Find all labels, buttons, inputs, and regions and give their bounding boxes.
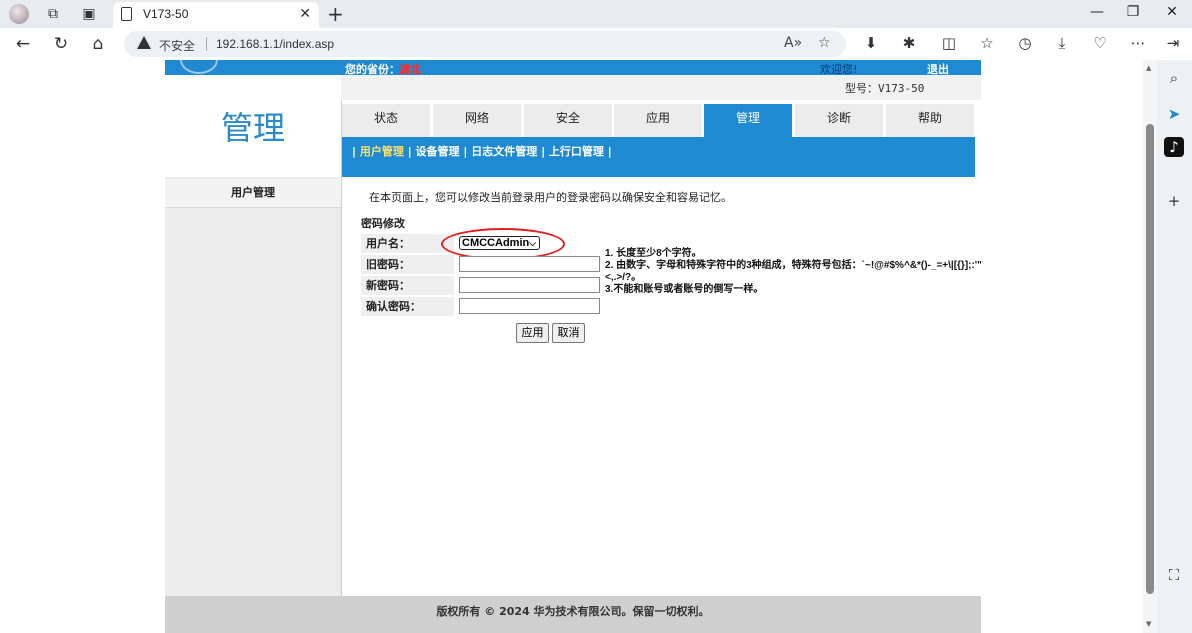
- favorites-icon[interactable]: ☆: [976, 34, 998, 52]
- extension-download-icon[interactable]: ⬇: [860, 34, 882, 52]
- subnav-device-management[interactable]: 设备管理: [416, 145, 460, 158]
- tab-actions-icon[interactable]: ▣: [80, 5, 98, 23]
- password-hints: 1. 长度至少8个字符。 2. 由数字、字母和特殊字符中的3种组成，特殊符号包括…: [605, 248, 985, 296]
- router-page: 您的省份： 湖北 欢迎您! 退出 型号：V173-50 管理 用户管理 状态 网…: [165, 60, 982, 633]
- screenshot-icon[interactable]: ⛶: [1164, 565, 1184, 585]
- scroll-up-icon[interactable]: ▲: [1146, 64, 1151, 72]
- top-banner: 您的省份： 湖北 欢迎您! 退出: [165, 60, 981, 76]
- extensions-icon[interactable]: ✱: [898, 34, 920, 52]
- workspaces-icon[interactable]: ⧉: [44, 5, 62, 23]
- left-title-area: 管理: [165, 75, 341, 177]
- more-menu-icon[interactable]: ⋯: [1127, 34, 1149, 52]
- tab-diagnostics[interactable]: 诊断: [795, 104, 883, 137]
- tab-title: V173-50: [143, 7, 189, 21]
- address-bar-row: ← ↻ ⌂ 不安全 192.168.1.1/index.asp A» ☆ ⬇ ✱…: [0, 28, 1192, 60]
- tab-management[interactable]: 管理: [704, 104, 792, 137]
- left-panel: 管理 用户管理: [165, 75, 341, 597]
- apply-button[interactable]: 应用: [516, 323, 549, 343]
- page-icon: [121, 7, 132, 21]
- hint-line: 3.不能和账号或者账号的倒写一样。: [605, 284, 764, 295]
- confirm-password-field[interactable]: [459, 298, 600, 314]
- browser-tab[interactable]: V173-50 ✕: [113, 2, 319, 28]
- confirm-password-label: 确认密码：: [361, 297, 454, 316]
- scroll-thumb[interactable]: [1146, 124, 1154, 594]
- scroll-down-icon[interactable]: ▼: [1146, 620, 1151, 628]
- divider: [206, 37, 207, 51]
- refresh-icon[interactable]: ↻: [51, 34, 71, 54]
- sub-navigation: | 用户管理 | 设备管理 | 日志文件管理 | 上行口管理 |: [342, 137, 975, 177]
- favorite-star-icon[interactable]: ☆: [818, 35, 831, 51]
- edge-sidebar: ⌕ ➤ ♪ + ⛶: [1157, 60, 1192, 633]
- subnav-user-management[interactable]: 用户管理: [360, 145, 404, 158]
- subnav-log-management[interactable]: 日志文件管理: [471, 145, 537, 158]
- old-password-field[interactable]: [459, 256, 600, 272]
- add-app-icon[interactable]: +: [1164, 191, 1184, 211]
- cancel-button[interactable]: 取消: [552, 323, 585, 343]
- search-icon[interactable]: ⌕: [1164, 68, 1184, 88]
- read-aloud-icon[interactable]: A»: [784, 35, 802, 51]
- main-tabs: 状态 网络 安全 应用 管理 诊断 帮助: [342, 104, 981, 137]
- minimize-icon[interactable]: —: [1087, 4, 1107, 20]
- back-icon[interactable]: ←: [13, 34, 33, 54]
- logo: [180, 60, 218, 74]
- model-label: 型号：V173-50: [845, 82, 925, 95]
- security-label[interactable]: 不安全: [159, 37, 195, 54]
- new-password-label: 新密码：: [361, 276, 454, 295]
- sidebar-toggle-icon[interactable]: ⇥: [1162, 34, 1184, 52]
- tab-status[interactable]: 状态: [342, 104, 430, 137]
- profile-avatar[interactable]: [9, 4, 29, 24]
- tiktok-icon[interactable]: ♪: [1164, 137, 1184, 157]
- hint-line: 1. 长度至少8个字符。: [605, 248, 702, 259]
- sidebar-item-user-management[interactable]: 用户管理: [165, 179, 341, 208]
- history-icon[interactable]: ◷: [1014, 34, 1036, 52]
- browser-tab-bar: ⧉ ▣ V173-50 ✕ + — ❐ ✕: [0, 0, 1192, 28]
- tab-application[interactable]: 应用: [614, 104, 702, 137]
- section-title: 管理: [220, 109, 285, 147]
- home-icon[interactable]: ⌂: [88, 34, 108, 54]
- url-text[interactable]: 192.168.1.1/index.asp: [216, 37, 334, 51]
- restore-icon[interactable]: ❐: [1123, 4, 1143, 20]
- split-screen-icon[interactable]: ◫: [938, 34, 960, 52]
- warning-icon[interactable]: [137, 36, 151, 49]
- address-bar[interactable]: 不安全 192.168.1.1/index.asp A» ☆: [124, 31, 846, 57]
- tab-network[interactable]: 网络: [433, 104, 521, 137]
- footer: 版权所有 © 2024 华为技术有限公司。保留一切权利。: [165, 596, 981, 633]
- window-close-icon[interactable]: ✕: [1162, 4, 1182, 20]
- telegram-icon[interactable]: ➤: [1164, 104, 1184, 124]
- old-password-label: 旧密码：: [361, 255, 454, 274]
- page-description: 在本页面上，您可以修改当前登录用户的登录密码以确保安全和容易记忆。: [369, 191, 732, 204]
- page-viewport: 您的省份： 湖北 欢迎您! 退出 型号：V173-50 管理 用户管理 状态 网…: [0, 60, 1157, 633]
- tab-security[interactable]: 安全: [524, 104, 612, 137]
- downloads-icon[interactable]: ⤓: [1051, 34, 1073, 52]
- password-section-title: 密码修改: [361, 217, 405, 230]
- browser-essentials-icon[interactable]: ♡: [1089, 34, 1111, 52]
- close-tab-icon[interactable]: ✕: [299, 6, 311, 22]
- subnav-uplink-management[interactable]: 上行口管理: [549, 145, 604, 158]
- hint-line: 2. 由数字、字母和特殊字符中的3种组成，特殊符号包括：`~!@#$%^&*()…: [605, 260, 982, 283]
- new-tab-icon[interactable]: +: [327, 2, 344, 26]
- new-password-field[interactable]: [459, 277, 600, 293]
- tab-help[interactable]: 帮助: [886, 104, 974, 137]
- scrollbar[interactable]: ▲ ▼: [1143, 60, 1157, 633]
